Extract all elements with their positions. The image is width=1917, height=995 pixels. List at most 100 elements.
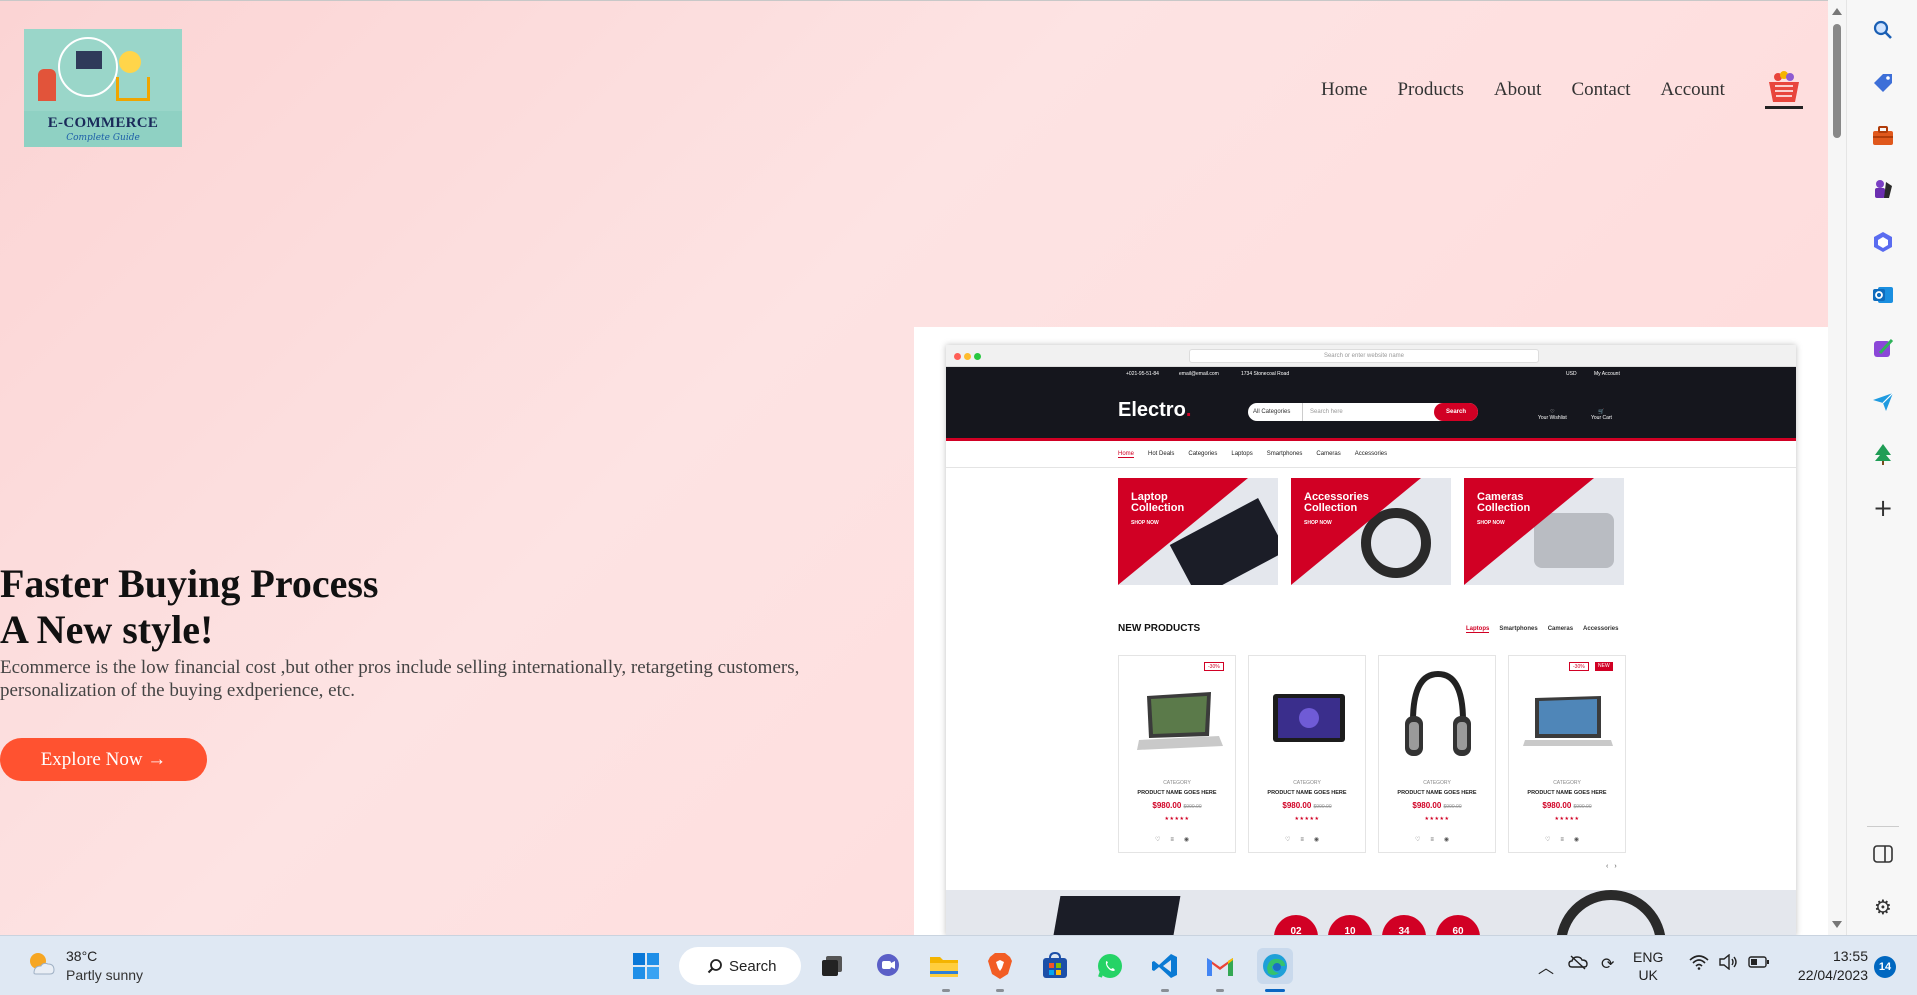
- language-code: ENG: [1633, 949, 1664, 965]
- sync-icon[interactable]: ⟳: [1601, 954, 1614, 973]
- windows-start-icon[interactable]: [628, 948, 664, 984]
- wifi-icon[interactable]: [1689, 954, 1709, 974]
- preview-tab: Accessories: [1583, 626, 1619, 632]
- briefcase-icon[interactable]: [1871, 124, 1895, 148]
- preview-url-bar: Search or enter website name: [1189, 349, 1539, 363]
- preview-banner-shop: SHOP NOW: [1131, 520, 1159, 526]
- preview-nav-item: Smartphones: [1266, 451, 1303, 457]
- gear-icon[interactable]: ⚙: [1871, 895, 1895, 919]
- tablet-image: [1259, 666, 1357, 766]
- preview-topbar: +021-95-51-84 email@email.com 1734 Stone…: [946, 367, 1796, 381]
- plus-icon[interactable]: +: [1871, 494, 1895, 522]
- teams-chat-icon[interactable]: [870, 948, 906, 984]
- gmail-icon[interactable]: [1202, 948, 1238, 984]
- product-name: PRODUCT NAME GOES HERE: [1527, 790, 1607, 796]
- preview-carousel-arrows: ‹›: [1606, 863, 1623, 870]
- running-indicator: [1216, 989, 1224, 992]
- preview-nav-divider: [946, 467, 1796, 468]
- preview-nav: Home Hot Deals Categories Laptops Smartp…: [1118, 451, 1387, 458]
- weather-description[interactable]: Partly sunny: [66, 967, 143, 983]
- main-nav: Home Products About Contact Account: [1321, 79, 1725, 101]
- preview-product-card: -30% NEW CATEGORY PRODUCT NAME GOES HERE…: [1508, 655, 1626, 853]
- nav-products[interactable]: Products: [1397, 79, 1464, 101]
- new-badge: NEW: [1595, 662, 1613, 671]
- laptop-graphic: [1051, 896, 1181, 935]
- cloud-off-icon[interactable]: [1568, 954, 1588, 974]
- task-view-icon[interactable]: [814, 948, 850, 984]
- nav-home[interactable]: Home: [1321, 79, 1367, 101]
- explore-now-button[interactable]: Explore Now →: [0, 738, 207, 781]
- notification-badge[interactable]: 14: [1874, 956, 1896, 978]
- microsoft-store-icon[interactable]: [1037, 948, 1073, 984]
- whatsapp-icon[interactable]: [1092, 948, 1128, 984]
- weather-sun-cloud-icon[interactable]: [26, 949, 56, 979]
- preview-banner-shop: SHOP NOW: [1304, 520, 1332, 526]
- tag-icon[interactable]: [1871, 71, 1895, 95]
- product-price: $980.00 $990.00: [1412, 801, 1462, 810]
- product-category: CATEGORY: [1423, 780, 1451, 786]
- brave-browser-icon[interactable]: [982, 948, 1018, 984]
- panel-icon[interactable]: [1871, 842, 1895, 866]
- tree-icon[interactable]: [1871, 442, 1895, 466]
- running-indicator: [942, 989, 950, 992]
- language-indicator[interactable]: ENG UK: [1633, 948, 1663, 984]
- preview-search: All Categories Search here Search: [1248, 403, 1478, 421]
- search-icon[interactable]: [1871, 18, 1895, 42]
- preview-nav-item: Hot Deals: [1148, 451, 1175, 457]
- preview-category-select: All Categories: [1248, 403, 1303, 421]
- cart-icon[interactable]: [1765, 71, 1803, 109]
- scrollbar-thumb[interactable]: [1833, 24, 1841, 138]
- chess-icon[interactable]: [1871, 177, 1895, 201]
- preview-phone: +021-95-51-84: [1126, 371, 1159, 377]
- laptop-image: [1129, 666, 1227, 766]
- active-indicator: [1265, 989, 1285, 992]
- scroll-down-arrow[interactable]: [1832, 921, 1842, 928]
- vscode-icon[interactable]: [1147, 948, 1183, 984]
- file-explorer-icon[interactable]: [926, 948, 962, 984]
- preview-cart: 🛒 Your Cart: [1591, 409, 1612, 421]
- logo-graphic-dot: [119, 51, 141, 73]
- preview-deal-section: [946, 890, 1796, 935]
- edge-browser-icon[interactable]: [1257, 948, 1293, 984]
- preview-nav-item: Cameras: [1316, 451, 1341, 457]
- preview-banner-laptop: Laptop Collection SHOP NOW: [1118, 478, 1278, 585]
- preview-brand: Electro.: [1118, 399, 1192, 421]
- scroll-up-arrow[interactable]: [1832, 8, 1842, 15]
- headphones-image: [1389, 666, 1487, 766]
- taskbar-search[interactable]: Search: [679, 947, 801, 985]
- site-logo[interactable]: E-COMMERCE Complete Guide: [24, 29, 182, 147]
- hero-description: Ecommerce is the low financial cost ,but…: [0, 657, 800, 701]
- product-price: $980.00 $990.00: [1282, 801, 1332, 810]
- clock-date: 22/04/2023: [1797, 967, 1868, 983]
- nav-account[interactable]: Account: [1661, 79, 1725, 101]
- laptop-image: [1519, 666, 1617, 766]
- send-icon[interactable]: [1871, 389, 1895, 413]
- product-price: $980.00 $990.00: [1152, 801, 1202, 810]
- rating-stars: ★★★★★: [1554, 816, 1580, 822]
- battery-icon[interactable]: [1748, 954, 1770, 973]
- chevron-up-icon[interactable]: ︿: [1538, 954, 1554, 978]
- windows-taskbar: 38°C Partly sunny Search ︿ ⟳ ENG UK 13:5…: [0, 935, 1917, 995]
- preview-header: Electro. All Categories Search here Sear…: [946, 381, 1796, 441]
- preview-banner-title: Cameras Collection: [1477, 491, 1531, 514]
- logo-title: E-COMMERCE: [47, 115, 159, 131]
- preview-tab: Laptops: [1466, 626, 1490, 633]
- volume-icon[interactable]: [1718, 953, 1738, 974]
- nav-contact[interactable]: Contact: [1571, 79, 1630, 101]
- nav-about[interactable]: About: [1494, 79, 1542, 101]
- page-scrollbar[interactable]: [1828, 0, 1846, 935]
- rating-stars: ★★★★★: [1164, 816, 1190, 822]
- sidebar-divider: [1867, 826, 1899, 827]
- weather-temperature[interactable]: 38°C: [66, 948, 97, 964]
- preview-dot-red: [954, 353, 961, 360]
- copilot-icon[interactable]: [1871, 230, 1895, 254]
- taskbar-search-label: Search: [729, 957, 777, 975]
- designer-icon[interactable]: [1871, 336, 1895, 360]
- outlook-icon[interactable]: [1871, 283, 1895, 307]
- clock-time: 13:55: [1832, 948, 1868, 964]
- search-icon: [707, 959, 722, 974]
- logo-cart-graphic: [116, 77, 150, 101]
- system-clock[interactable]: 13:55 22/04/2023: [1778, 947, 1868, 985]
- preview-banner-cameras: Cameras Collection SHOP NOW: [1464, 478, 1624, 585]
- preview-nav-item: Categories: [1188, 451, 1218, 457]
